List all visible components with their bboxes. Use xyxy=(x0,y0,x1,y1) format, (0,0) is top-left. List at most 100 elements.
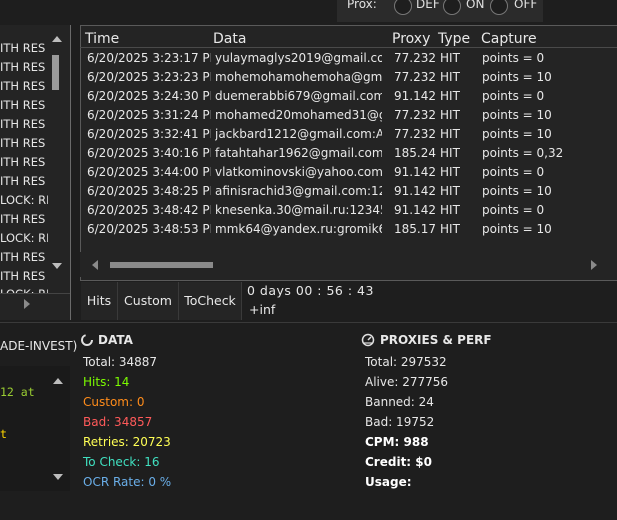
radio-def-label: DEF xyxy=(416,0,440,11)
table-cell-proxy[interactable]: 91.142 xyxy=(394,163,436,182)
table-cell-data[interactable]: mmk64@yandex.ru:gromik61 xyxy=(215,220,382,239)
table-cell-time[interactable]: 6/20/2025 3:32:41 PM xyxy=(87,125,211,144)
table-cell-capture[interactable]: points = 10 xyxy=(482,125,602,144)
list-item[interactable]: ITH RES xyxy=(0,117,45,136)
stat-bad: Bad: 34857 xyxy=(83,415,153,429)
table-cell-proxy[interactable]: 91.142 xyxy=(394,201,436,220)
table-cell-data[interactable]: duemerabbi679@gmail.com:Ral xyxy=(215,87,382,106)
list-item[interactable]: ITH RES xyxy=(0,174,45,193)
left-list-scroll-thumb[interactable] xyxy=(52,55,59,90)
table-cell-type[interactable]: HIT xyxy=(440,106,478,125)
left-list-hscrollbar[interactable] xyxy=(0,293,70,316)
log-line: 12 at xyxy=(0,385,35,399)
loading-spinner-icon xyxy=(81,334,93,346)
table-cell-data[interactable]: afinisrachid3@gmail.com:123afi xyxy=(215,182,382,201)
custom-button[interactable]: Custom xyxy=(118,282,179,320)
table-cell-capture[interactable]: points = 0 xyxy=(482,49,602,68)
table-cell-proxy[interactable]: 185.24 xyxy=(394,144,436,163)
list-item[interactable]: ITH RES xyxy=(0,60,45,79)
table-cell-type[interactable]: HIT xyxy=(440,49,478,68)
table-cell-proxy[interactable]: 77.232 xyxy=(394,106,436,125)
stat-hits: Hits: 14 xyxy=(83,375,130,389)
list-item[interactable]: LOCK: RE xyxy=(0,231,53,250)
list-item[interactable]: LOCK: RE xyxy=(0,193,53,212)
col-header-proxy[interactable]: Proxy xyxy=(392,31,430,47)
proxy-mode-label: Prox: xyxy=(347,0,377,11)
list-item[interactable]: ITH RES xyxy=(0,136,45,155)
table-cell-capture[interactable]: points = 10 xyxy=(482,106,602,125)
table-cell-data[interactable]: yulaymaglys2019@gmail.com:v xyxy=(215,49,382,68)
table-cell-time[interactable]: 6/20/2025 3:48:25 PM xyxy=(87,182,211,201)
table-cell-type[interactable]: HIT xyxy=(440,144,478,163)
table-cell-type[interactable]: HIT xyxy=(440,220,478,239)
perf-usage: Usage: xyxy=(365,475,412,489)
table-cell-time[interactable]: 6/20/2025 3:44:00 PM xyxy=(87,163,211,182)
table-cell-time[interactable]: 6/20/2025 3:48:42 PM xyxy=(87,201,211,220)
table-cell-capture[interactable]: points = 0 xyxy=(482,201,602,220)
proxy-banned: Banned: 24 xyxy=(365,395,434,409)
proxy-alive: Alive: 277756 xyxy=(365,375,449,389)
table-cell-data[interactable]: fatahtahar1962@gmail.com:3gf xyxy=(215,144,382,163)
table-cell-data[interactable]: jackbard1212@gmail.com:Adina xyxy=(215,125,382,144)
list-item[interactable]: ITH RES xyxy=(0,212,45,231)
table-cell-capture[interactable]: points = 0 xyxy=(482,87,602,106)
scroll-right-icon[interactable] xyxy=(24,299,30,309)
table-cell-capture[interactable]: points = 10 xyxy=(482,68,602,87)
table-cell-capture[interactable]: points = 0 xyxy=(482,163,602,182)
table-cell-proxy[interactable]: 77.232 xyxy=(394,68,436,87)
table-cell-proxy[interactable]: 91.142 xyxy=(394,87,436,106)
table-cell-proxy[interactable]: 91.142 xyxy=(394,182,436,201)
radio-on-label: ON xyxy=(466,0,485,11)
col-header-capture[interactable]: Capture xyxy=(481,31,537,47)
table-cell-proxy[interactable]: 185.17 xyxy=(394,220,436,239)
scroll-down-icon[interactable] xyxy=(52,263,62,269)
table-cell-time[interactable]: 6/20/2025 3:31:24 PM xyxy=(87,106,211,125)
scroll-right-icon[interactable] xyxy=(591,260,597,270)
table-cell-proxy[interactable]: 77.232 xyxy=(394,125,436,144)
list-item[interactable]: ITH RES xyxy=(0,41,45,60)
scroll-up-icon[interactable] xyxy=(52,36,62,42)
table-cell-type[interactable]: HIT xyxy=(440,163,478,182)
table-cell-time[interactable]: 6/20/2025 3:24:30 PM xyxy=(87,87,211,106)
header-divider xyxy=(80,47,617,48)
stat-ocr-rate: OCR Rate: 0 % xyxy=(83,475,172,489)
tocheck-button[interactable]: ToCheck xyxy=(179,282,242,320)
table-cell-type[interactable]: HIT xyxy=(440,68,478,87)
hits-button[interactable]: Hits xyxy=(81,282,118,320)
table-cell-time[interactable]: 6/20/2025 3:23:23 PM xyxy=(87,68,211,87)
section-divider xyxy=(0,322,617,323)
scroll-left-icon[interactable] xyxy=(92,260,98,270)
table-cell-proxy[interactable]: 77.232 xyxy=(394,49,436,68)
table-cell-capture[interactable]: points = 10 xyxy=(482,182,602,201)
table-cell-time[interactable]: 6/20/2025 3:23:17 PM xyxy=(87,49,211,68)
table-cell-data[interactable]: mohemohamohemoha@gmail.c xyxy=(215,68,382,87)
table-cell-type[interactable]: HIT xyxy=(440,87,478,106)
col-header-time[interactable]: Time xyxy=(85,31,119,47)
col-header-type[interactable]: Type xyxy=(438,31,470,47)
table-cell-time[interactable]: 6/20/2025 3:48:53 PM xyxy=(87,220,211,239)
perf-credit: Credit: $0 xyxy=(365,455,432,469)
scroll-up-icon[interactable] xyxy=(53,378,63,384)
list-item[interactable]: ITH RES xyxy=(0,155,45,174)
scroll-down-icon[interactable] xyxy=(53,474,63,480)
table-cell-data[interactable]: knesenka.30@mail.ru:12345sexs xyxy=(215,201,382,220)
data-section-title: DATA xyxy=(98,333,133,347)
table-hscroll-thumb[interactable] xyxy=(110,262,213,268)
table-cell-time[interactable]: 6/20/2025 3:40:16 PM xyxy=(87,144,211,163)
log-line: t xyxy=(0,427,7,441)
table-cell-type[interactable]: HIT xyxy=(440,182,478,201)
list-item[interactable]: ITH RES xyxy=(0,250,45,269)
list-item[interactable]: ITH RES xyxy=(0,79,45,98)
list-item[interactable]: ITH RES xyxy=(0,269,45,288)
col-header-data[interactable]: Data xyxy=(213,31,246,47)
table-cell-capture[interactable]: points = 0,32 xyxy=(482,144,602,163)
table-cell-data[interactable]: mohamed20mohamed31@gma xyxy=(215,106,382,125)
table-cell-type[interactable]: HIT xyxy=(440,201,478,220)
elapsed-timer: 0 days 00 : 56 : 43 xyxy=(247,283,374,298)
list-item[interactable]: ITH RES xyxy=(0,98,45,117)
table-cell-type[interactable]: HIT xyxy=(440,125,478,144)
table-cell-capture[interactable]: points = 10 xyxy=(482,220,602,239)
table-cell-data[interactable]: vlatkominovski@yahoo.com:Zor xyxy=(215,163,382,182)
stat-tocheck: To Check: 16 xyxy=(83,455,160,469)
proxies-perf-title: PROXIES & PERF xyxy=(380,333,492,347)
